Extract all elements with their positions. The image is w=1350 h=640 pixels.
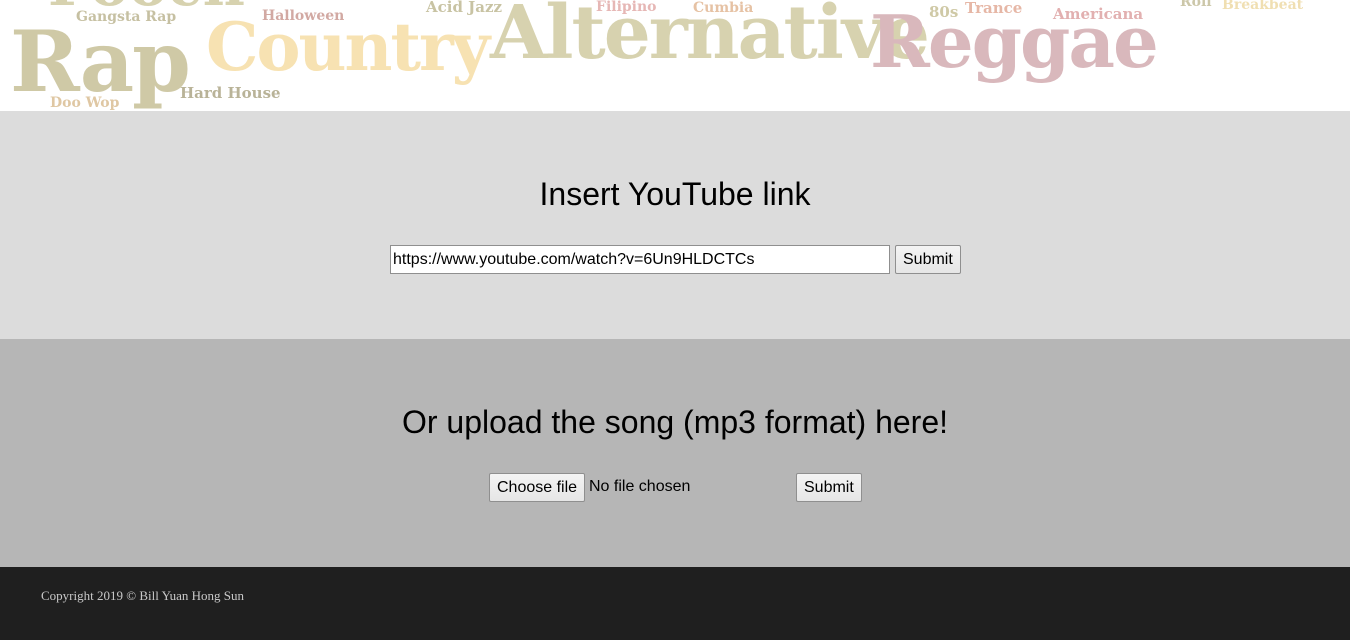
youtube-heading: Insert YouTube link: [539, 176, 811, 212]
banner-word-breakbeat: Breakbeat: [1222, 0, 1304, 13]
youtube-url-input[interactable]: [390, 245, 890, 274]
banner-word-cumbia: Cumbia: [693, 0, 754, 16]
banner-word-filipino: Filipino: [596, 0, 657, 15]
youtube-submit-button[interactable]: Submit: [895, 245, 961, 274]
upload-heading: Or upload the song (mp3 format) here!: [401, 404, 949, 440]
youtube-link-section: Insert YouTube link Submit: [0, 111, 1350, 339]
banner-word-country: Country: [206, 8, 490, 86]
genre-word-cloud-banner: Pooch Rap Country Alternative Reggae Gan…: [0, 0, 1350, 111]
upload-submit-button[interactable]: Submit: [796, 473, 862, 502]
banner-word-halloween: Halloween: [262, 8, 345, 24]
banner-word-americana: Americana: [1053, 5, 1144, 23]
banner-word-hard-house: Hard House: [180, 84, 281, 102]
upload-song-section: Or upload the song (mp3 format) here! Ch…: [0, 339, 1350, 567]
page-footer: Copyright 2019 © Bill Yuan Hong Sun: [0, 567, 1350, 640]
choose-file-button[interactable]: Choose file: [489, 473, 586, 502]
banner-word-rap: Rap: [10, 12, 191, 111]
file-status-text: No file chosen: [589, 478, 691, 495]
banner-word-roll: Roll: [1180, 0, 1212, 10]
banner-word-trance: Trance: [965, 0, 1023, 17]
banner-word-doo-wop: Doo Wop: [50, 95, 120, 111]
banner-word-80s: 80s: [929, 3, 959, 21]
banner-word-acid-jazz: Acid Jazz: [426, 0, 503, 16]
copyright-text: Copyright 2019 © Bill Yuan Hong Sun: [41, 588, 244, 603]
banner-word-gangsta-rap: Gangsta Rap: [76, 9, 177, 25]
